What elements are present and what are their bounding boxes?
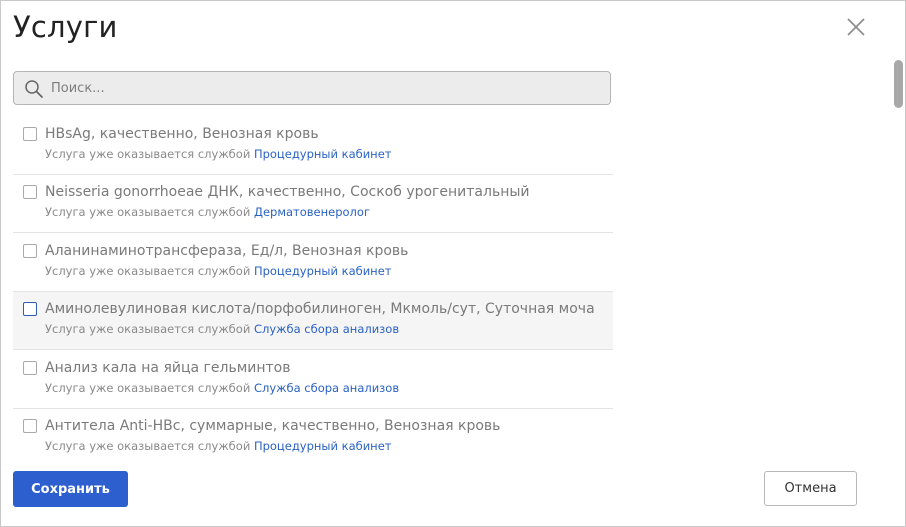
list-item[interactable]: Антитела Anti-HBc, суммарные, качественн… (13, 409, 613, 460)
service-note: Услуга уже оказывается службой Дерматове… (45, 205, 370, 219)
service-note: Услуга уже оказывается службой Процедурн… (45, 264, 391, 278)
department-link[interactable]: Служба сбора анализов (254, 381, 399, 395)
department-link[interactable]: Дерматовенеролог (254, 205, 370, 219)
list-item[interactable]: Аминолевулиновая кислота/порфобилиноген,… (13, 292, 613, 350)
department-link[interactable]: Служба сбора анализов (254, 322, 399, 336)
service-note-text: Услуга уже оказывается службой (45, 439, 251, 453)
save-button[interactable]: Сохранить (13, 471, 128, 507)
department-link[interactable]: Процедурный кабинет (254, 264, 392, 278)
services-list: HBsAg, качественно, Венозная кровь Услуг… (13, 117, 613, 460)
dialog-title: Услуги (13, 10, 118, 44)
search-box (13, 71, 611, 105)
service-name: Аланинаминотрансфераза, Ед/л, Венозная к… (45, 243, 409, 259)
service-checkbox[interactable] (23, 419, 37, 433)
department-link[interactable]: Процедурный кабинет (254, 147, 392, 161)
service-name: Антитела Anti-HBc, суммарные, качественн… (45, 418, 501, 434)
service-name: Анализ кала на яйца гельминтов (45, 360, 291, 376)
service-checkbox[interactable] (23, 127, 37, 141)
service-note: Услуга уже оказывается службой Служба сб… (45, 381, 399, 395)
service-checkbox[interactable] (23, 302, 37, 316)
close-icon[interactable] (844, 15, 868, 39)
service-note: Услуга уже оказывается службой Процедурн… (45, 439, 391, 453)
service-name: Аминолевулиновая кислота/порфобилиноген,… (45, 301, 595, 317)
services-dialog: Услуги HBsAg, качественно, Венозная кров… (0, 0, 906, 527)
service-note-text: Услуга уже оказывается службой (45, 264, 251, 278)
list-item[interactable]: HBsAg, качественно, Венозная кровь Услуг… (13, 117, 613, 175)
service-note-text: Услуга уже оказывается службой (45, 322, 251, 336)
search-input[interactable] (51, 72, 601, 104)
service-name: Neisseria gonorrhoeae ДНК, качественно, … (45, 184, 530, 200)
search-icon (24, 79, 44, 99)
service-note: Услуга уже оказывается службой Процедурн… (45, 147, 391, 161)
service-checkbox[interactable] (23, 244, 37, 258)
list-item[interactable]: Neisseria gonorrhoeae ДНК, качественно, … (13, 175, 613, 233)
list-item[interactable]: Анализ кала на яйца гельминтов Услуга уж… (13, 351, 613, 409)
department-link[interactable]: Процедурный кабинет (254, 439, 392, 453)
scrollbar-thumb[interactable] (894, 60, 903, 108)
scrollbar[interactable] (894, 58, 903, 518)
list-item[interactable]: Аланинаминотрансфераза, Ед/л, Венозная к… (13, 234, 613, 292)
service-note-text: Услуга уже оказывается службой (45, 205, 251, 219)
service-checkbox[interactable] (23, 361, 37, 375)
service-note-text: Услуга уже оказывается службой (45, 147, 251, 161)
service-note: Услуга уже оказывается службой Служба сб… (45, 322, 399, 336)
cancel-button[interactable]: Отмена (764, 471, 857, 506)
service-checkbox[interactable] (23, 185, 37, 199)
service-name: HBsAg, качественно, Венозная кровь (45, 126, 319, 142)
service-note-text: Услуга уже оказывается службой (45, 381, 251, 395)
